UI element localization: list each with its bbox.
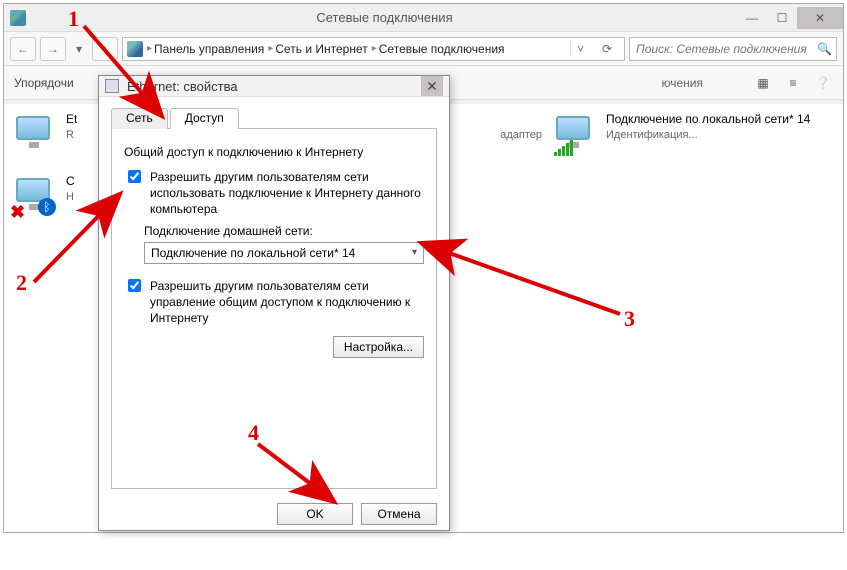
breadcrumb-label[interactable]: Сеть и Интернет [275,42,367,56]
address-icon [127,41,143,57]
search-box[interactable]: 🔍 [629,37,837,61]
disabled-icon: ✖ [10,202,26,218]
group-title: Общий доступ к подключению к Интернету [124,145,424,159]
titlebar: Сетевые подключения — ☐ ✕ [4,4,843,32]
home-network-label: Подключение домашней сети: [144,224,424,238]
history-dropdown[interactable]: ▾ [70,37,88,61]
connection-name: Et [66,112,77,128]
home-network-combo[interactable]: Подключение по локальной сети* 14 ▾ [144,242,424,264]
annotation-number-2: 2 [16,270,27,296]
view-list-button[interactable]: ≡ [783,73,803,93]
annotation-number-4: 4 [248,420,259,446]
connection-status: Идентификация... [606,128,810,142]
toolbar-organize[interactable]: Упорядочи [14,76,74,90]
connection-name: Подключение по локальной сети* 14 [606,112,810,128]
breadcrumb-label[interactable]: Сетевые подключения [379,42,505,56]
navbar: ← → ▾ ↑ ▸Панель управления ▸Сеть и Интер… [4,32,843,66]
address-bar[interactable]: ▸Панель управления ▸Сеть и Интернет ▸Сет… [122,37,625,61]
allow-control-checkbox[interactable] [128,279,141,292]
settings-button[interactable]: Настройка... [333,336,424,358]
up-button[interactable]: ↑ [92,37,118,61]
bluetooth-icon: ᛒ [38,198,56,216]
breadcrumb-label[interactable]: Панель управления [154,42,264,56]
signal-icon [554,140,573,156]
help-button[interactable]: ❔ [813,73,833,93]
allow-control-label: Разрешить другим пользователям сети упра… [150,278,424,327]
breadcrumb: ▸Сеть и Интернет [268,42,367,56]
dialog-close-button[interactable]: ✕ [421,76,443,96]
connection-wifi[interactable]: Подключение по локальной сети* 14 Иденти… [552,112,812,168]
breadcrumb: ▸Панель управления [147,42,264,56]
tabs: Сеть Доступ [111,107,437,129]
allow-sharing-checkbox[interactable] [128,170,141,183]
refresh-button[interactable]: ⟳ [594,42,620,56]
back-button[interactable]: ← [10,37,36,61]
dialog-titlebar: Ethernet: свойства ✕ [99,76,449,97]
toolbar-label-fragment: ючения [662,76,704,90]
combo-value: Подключение по локальной сети* 14 [151,246,355,260]
connection-name: С [66,174,75,190]
connection-status: Н [66,190,75,204]
breadcrumb: ▸Сетевые подключения [372,42,505,56]
minimize-button[interactable]: — [737,7,767,29]
maximize-button[interactable]: ☐ [767,7,797,29]
tab-network[interactable]: Сеть [111,108,168,129]
address-dropdown[interactable]: ˅ [570,42,590,56]
properties-dialog: Ethernet: свойства ✕ Сеть Доступ Общий д… [98,75,450,531]
forward-button[interactable]: → [40,37,66,61]
ok-button[interactable]: OK [277,503,353,525]
dialog-title: Ethernet: свойства [127,79,421,94]
annotation-number-1: 1 [68,6,79,32]
chevron-down-icon: ▾ [412,247,417,258]
cancel-button[interactable]: Отмена [361,503,437,525]
dialog-icon [105,79,119,93]
tab-panel-access: Общий доступ к подключению к Интернету Р… [111,129,437,489]
search-input[interactable] [634,41,813,57]
connection-status: R [66,128,77,142]
search-icon: 🔍 [817,42,832,56]
view-icons-button[interactable]: ▦ [753,73,773,93]
tab-access[interactable]: Доступ [170,108,239,129]
annotation-number-3: 3 [624,306,635,332]
allow-control-row: Разрешить другим пользователям сети упра… [124,278,424,327]
allow-sharing-label: Разрешить другим пользователям сети испо… [150,169,424,218]
connection-status: адаптер [500,128,542,142]
window-controls: — ☐ ✕ [737,7,843,29]
close-button[interactable]: ✕ [797,7,843,29]
window-icon [10,10,26,26]
dialog-footer: OK Отмена [99,495,449,537]
window-title: Сетевые подключения [32,10,737,25]
